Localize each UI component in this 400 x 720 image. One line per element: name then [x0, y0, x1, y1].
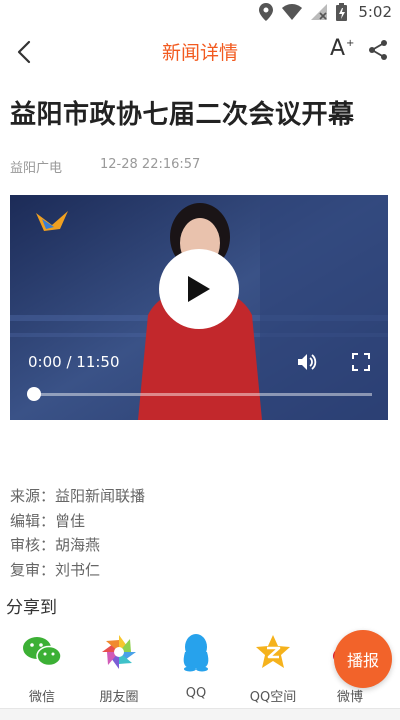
fullscreen-button[interactable] [352, 353, 370, 371]
share-qzone-label: QQ空间 [249, 690, 297, 705]
qzone-icon [256, 635, 290, 668]
article-meta: 益阳广电 12-28 22:16:57 [10, 157, 200, 176]
share-icon [369, 40, 387, 60]
qq-icon [183, 634, 209, 672]
video-player[interactable]: 0:00 / 11:50 [10, 195, 388, 420]
location-icon [259, 3, 274, 21]
article-source: 益阳广电 [10, 161, 63, 176]
share-button[interactable] [366, 38, 394, 66]
status-bar: 5:02 [0, 0, 400, 24]
share-qq[interactable]: QQ [161, 630, 231, 701]
credit-editor: 编辑：曾佳 [10, 511, 86, 530]
status-time: 5:02 [358, 3, 392, 21]
video-progress-bar[interactable] [34, 393, 372, 396]
font-size-button[interactable]: A + [330, 36, 358, 68]
status-icons: 5:02 [259, 2, 392, 22]
share-title: 分享到 [6, 598, 57, 618]
share-weibo-label: 微博 [336, 690, 363, 705]
video-time: 0:00 / 11:50 [28, 353, 120, 371]
fullscreen-icon [352, 353, 370, 371]
share-qq-label: QQ [185, 686, 207, 701]
no-signal-icon [311, 4, 328, 20]
volume-icon [298, 354, 317, 370]
credit-source: 来源：益阳新闻联播 [10, 487, 146, 505]
font-size-icon: A [330, 36, 346, 61]
channel-logo [32, 209, 72, 245]
share-qzone[interactable]: QQ空间 [238, 630, 308, 705]
broadcast-button[interactable]: 播报 [334, 630, 392, 688]
play-button[interactable] [159, 249, 239, 329]
wifi-icon [282, 4, 303, 20]
share-moments-label: 朋友圈 [99, 690, 139, 705]
article-title: 益阳市政协七届二次会议开幕 [10, 100, 355, 130]
credit-final-reviewer: 复审：刘书仁 [10, 560, 101, 579]
article-datetime: 12-28 22:16:57 [100, 157, 201, 172]
bottom-bar [0, 708, 400, 720]
moments-icon [102, 635, 136, 669]
video-progress-thumb[interactable] [27, 387, 41, 401]
article-credits: 来源：益阳新闻联播 编辑：曾佳 审核：胡海燕 复审：刘书仁 [10, 484, 145, 582]
font-size-plus: + [346, 38, 355, 49]
wechat-icon [23, 637, 62, 667]
share-wechat[interactable]: 微信 [7, 630, 77, 705]
credit-reviewer: 审核：胡海燕 [10, 536, 101, 554]
navbar: 新闻详情 A + [0, 24, 400, 80]
share-moments[interactable]: 朋友圈 [84, 630, 154, 705]
volume-button[interactable] [296, 351, 318, 373]
battery-charging-icon [336, 3, 348, 21]
play-icon [188, 276, 210, 302]
share-wechat-label: 微信 [28, 690, 55, 705]
